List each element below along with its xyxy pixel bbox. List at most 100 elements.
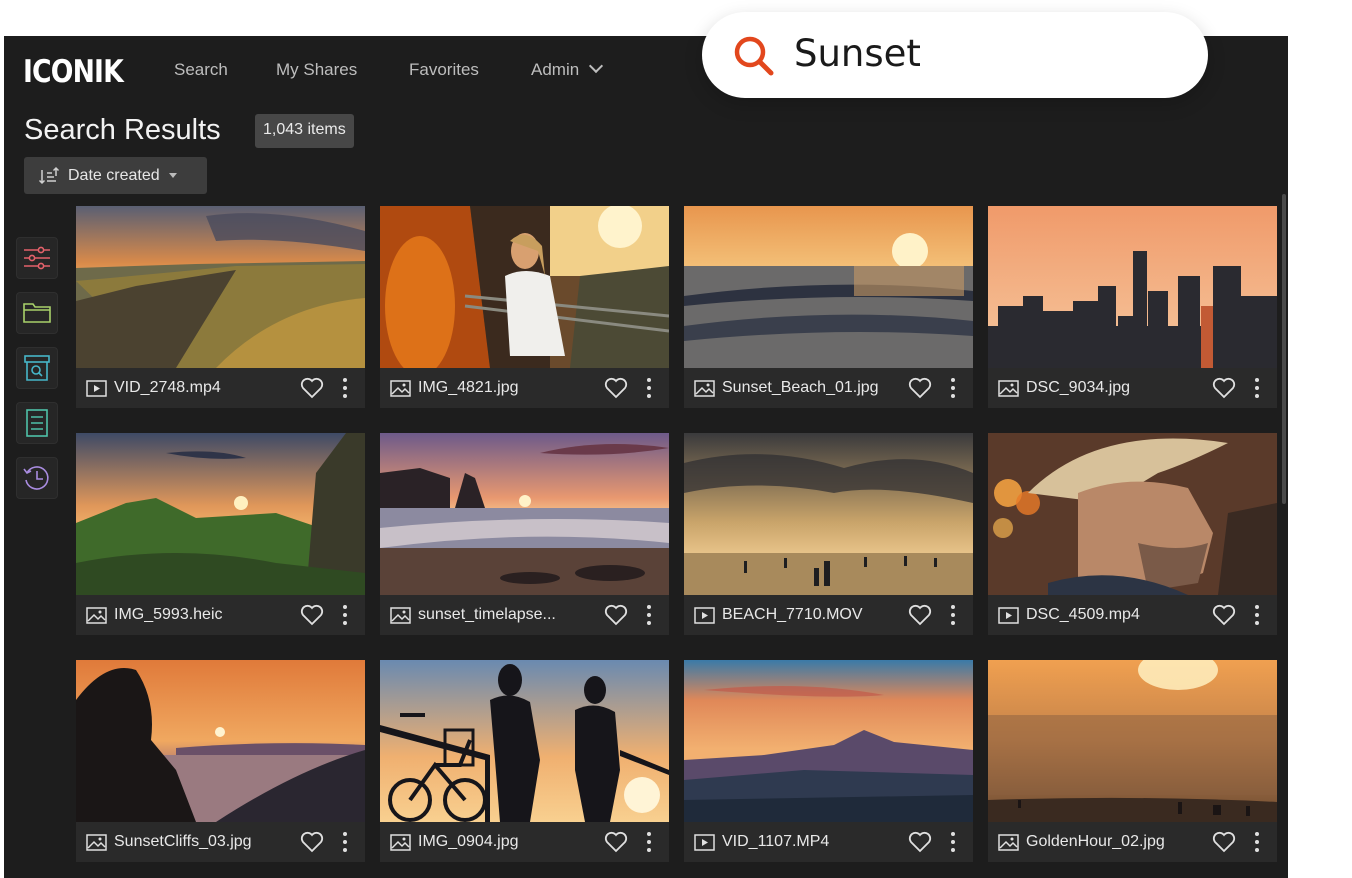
asset-thumbnail[interactable]: [76, 206, 365, 368]
asset-filename[interactable]: IMG_0904.jpg: [418, 833, 596, 851]
image-file-icon: [390, 833, 411, 851]
filters-button[interactable]: [16, 237, 58, 279]
asset-thumbnail[interactable]: [76, 433, 365, 595]
archive-search-icon: [24, 355, 50, 381]
asset-card[interactable]: DSC_4509.mp4: [988, 433, 1277, 635]
sort-label: Date created: [68, 166, 160, 184]
asset-filename[interactable]: IMG_4821.jpg: [418, 379, 596, 397]
favorite-heart-icon[interactable]: [300, 377, 324, 399]
nav-my-shares[interactable]: My Shares: [276, 60, 357, 80]
image-file-icon: [390, 379, 411, 397]
asset-filename[interactable]: DSC_9034.jpg: [1026, 379, 1204, 397]
favorite-heart-icon[interactable]: [1212, 604, 1236, 626]
image-file-icon: [998, 833, 1019, 851]
document-icon: [26, 409, 48, 437]
asset-filename[interactable]: SunsetCliffs_03.jpg: [114, 833, 292, 851]
chevron-down-icon: [589, 58, 604, 74]
nav-admin-label: Admin: [531, 60, 580, 79]
asset-card[interactable]: IMG_4821.jpg: [380, 206, 669, 408]
asset-card[interactable]: sunset_timelapse...: [380, 433, 669, 635]
iconik-logo[interactable]: ICONIK: [23, 54, 124, 90]
documents-button[interactable]: [16, 402, 58, 444]
image-file-icon: [390, 606, 411, 624]
more-options-icon[interactable]: [1254, 603, 1260, 627]
search-query[interactable]: Sunset: [794, 32, 921, 75]
asset-filename[interactable]: BEACH_7710.MOV: [722, 606, 900, 624]
asset-card[interactable]: SunsetCliffs_03.jpg: [76, 660, 365, 862]
asset-thumbnail[interactable]: [988, 206, 1277, 368]
asset-filename[interactable]: sunset_timelapse...: [418, 606, 596, 624]
image-file-icon: [694, 379, 715, 397]
image-file-icon: [998, 379, 1019, 397]
image-file-icon: [86, 606, 107, 624]
asset-thumbnail[interactable]: [684, 206, 973, 368]
asset-filename[interactable]: IMG_5993.heic: [114, 606, 292, 624]
asset-card[interactable]: BEACH_7710.MOV: [684, 433, 973, 635]
search-icon: [734, 36, 774, 76]
favorite-heart-icon[interactable]: [300, 604, 324, 626]
asset-thumbnail[interactable]: [380, 660, 669, 822]
favorite-heart-icon[interactable]: [604, 831, 628, 853]
nav-favorites[interactable]: Favorites: [409, 60, 479, 80]
asset-thumbnail[interactable]: [684, 660, 973, 822]
more-options-icon[interactable]: [342, 603, 348, 627]
asset-card[interactable]: VID_2748.mp4: [76, 206, 365, 408]
asset-filename[interactable]: DSC_4509.mp4: [1026, 606, 1204, 624]
asset-filename[interactable]: VID_2748.mp4: [114, 379, 292, 397]
more-options-icon[interactable]: [1254, 376, 1260, 400]
asset-card[interactable]: IMG_5993.heic: [76, 433, 365, 635]
more-options-icon[interactable]: [1254, 830, 1260, 854]
caret-down-icon: [168, 173, 177, 178]
page-title: Search Results: [24, 114, 221, 146]
more-options-icon[interactable]: [646, 830, 652, 854]
favorite-heart-icon[interactable]: [604, 604, 628, 626]
favorite-heart-icon[interactable]: [300, 831, 324, 853]
video-file-icon: [694, 833, 715, 851]
asset-thumbnail[interactable]: [988, 660, 1277, 822]
image-file-icon: [86, 833, 107, 851]
asset-thumbnail[interactable]: [988, 433, 1277, 595]
asset-thumbnail[interactable]: [76, 660, 365, 822]
asset-card[interactable]: GoldenHour_02.jpg: [988, 660, 1277, 862]
more-options-icon[interactable]: [646, 376, 652, 400]
more-options-icon[interactable]: [342, 376, 348, 400]
asset-thumbnail[interactable]: [380, 433, 669, 595]
more-options-icon[interactable]: [950, 830, 956, 854]
asset-filename[interactable]: Sunset_Beach_01.jpg: [722, 379, 900, 397]
search-bar[interactable]: Sunset: [702, 12, 1208, 98]
history-icon: [23, 466, 49, 490]
sort-icon: [38, 166, 60, 184]
favorite-heart-icon[interactable]: [908, 377, 932, 399]
results-count-badge: 1,043 items: [255, 114, 354, 148]
asset-thumbnail[interactable]: [380, 206, 669, 368]
archive-search-button[interactable]: [16, 347, 58, 389]
more-options-icon[interactable]: [950, 376, 956, 400]
folder-icon: [23, 303, 51, 323]
favorite-heart-icon[interactable]: [1212, 831, 1236, 853]
video-file-icon: [998, 606, 1019, 624]
video-file-icon: [694, 606, 715, 624]
sort-dropdown[interactable]: Date created: [24, 157, 207, 194]
favorite-heart-icon[interactable]: [604, 377, 628, 399]
favorite-heart-icon[interactable]: [908, 831, 932, 853]
history-button[interactable]: [16, 457, 58, 499]
video-file-icon: [86, 379, 107, 397]
collections-button[interactable]: [16, 292, 58, 334]
results-scrollbar[interactable]: [1282, 194, 1286, 504]
asset-card[interactable]: VID_1107.MP4: [684, 660, 973, 862]
asset-filename[interactable]: GoldenHour_02.jpg: [1026, 833, 1204, 851]
asset-thumbnail[interactable]: [684, 433, 973, 595]
asset-card[interactable]: IMG_0904.jpg: [380, 660, 669, 862]
favorite-heart-icon[interactable]: [1212, 377, 1236, 399]
nav-search[interactable]: Search: [174, 60, 228, 80]
asset-filename[interactable]: VID_1107.MP4: [722, 833, 900, 851]
side-rail: [16, 237, 58, 512]
filters-icon: [24, 246, 50, 270]
asset-card[interactable]: Sunset_Beach_01.jpg: [684, 206, 973, 408]
more-options-icon[interactable]: [646, 603, 652, 627]
more-options-icon[interactable]: [342, 830, 348, 854]
nav-admin[interactable]: Admin: [531, 58, 604, 80]
favorite-heart-icon[interactable]: [908, 604, 932, 626]
asset-card[interactable]: DSC_9034.jpg: [988, 206, 1277, 408]
more-options-icon[interactable]: [950, 603, 956, 627]
